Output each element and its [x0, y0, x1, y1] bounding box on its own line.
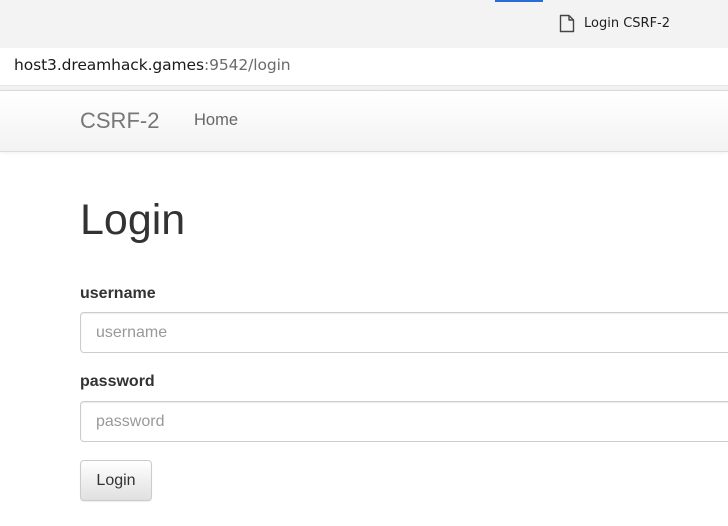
password-input[interactable]	[80, 401, 728, 442]
navbar-brand[interactable]: CSRF-2	[80, 108, 159, 134]
password-label: password	[80, 373, 155, 390]
url-text[interactable]: host3.dreamhack.games:9542/login	[14, 56, 291, 74]
tab-title: Login CSRF-2	[584, 15, 671, 31]
address-bar[interactable]: host3.dreamhack.games:9542/login	[0, 48, 728, 86]
page-title: Login	[80, 196, 186, 244]
username-label: username	[80, 285, 156, 302]
site-navbar: CSRF-2 Home	[0, 91, 728, 152]
browser-tab[interactable]: Login CSRF-2	[555, 8, 670, 38]
browser-tab-strip: Login CSRF-2	[0, 0, 728, 48]
page-icon	[559, 14, 575, 33]
nav-link-home[interactable]: Home	[194, 111, 238, 130]
url-path: :9542/login	[203, 56, 291, 74]
url-host: host3.dreamhack.games	[14, 56, 204, 74]
username-input[interactable]	[80, 312, 728, 353]
login-button[interactable]: Login	[80, 460, 152, 501]
active-tab-indicator	[495, 0, 543, 2]
